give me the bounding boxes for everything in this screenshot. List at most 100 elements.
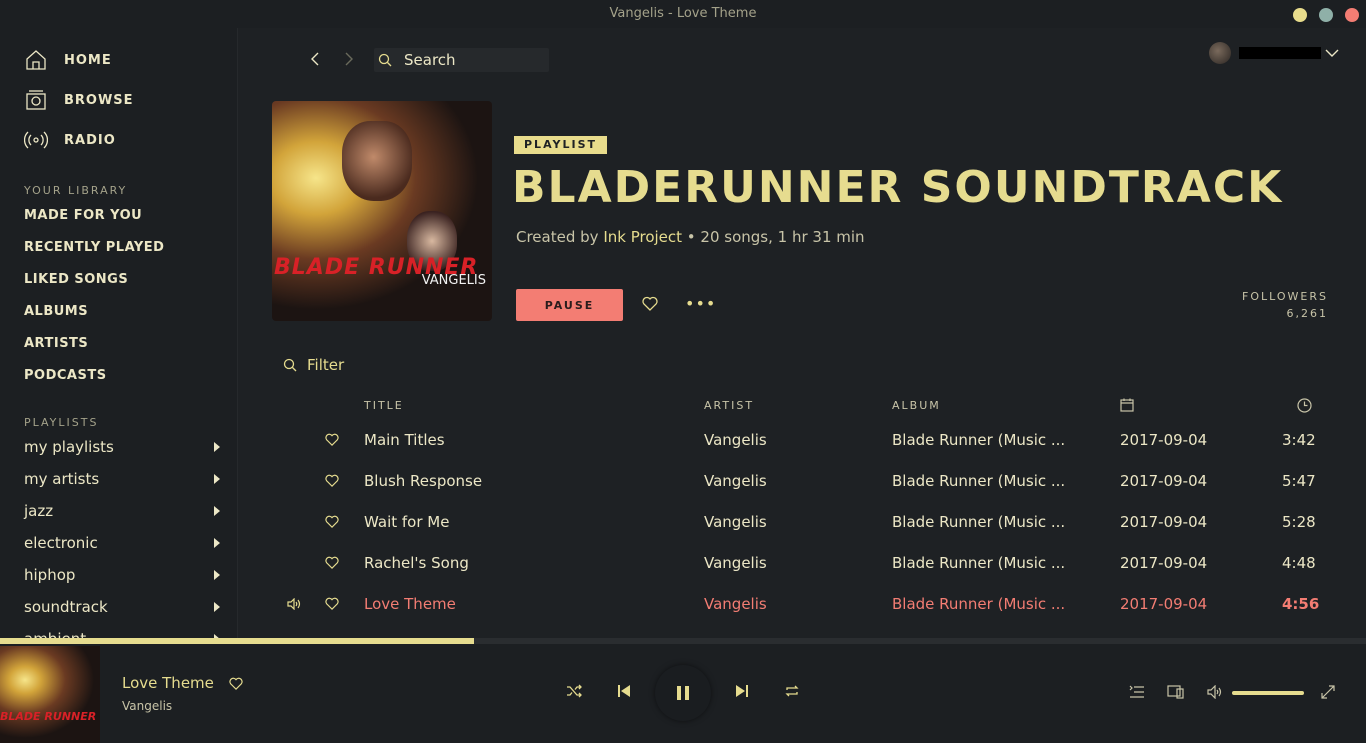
playlist-folder-label: ambient [24,630,86,638]
track-title: Love Theme [364,595,456,613]
heart-icon[interactable] [325,556,339,569]
now-playing-cover[interactable]: BLADE RUNNER [0,646,100,743]
playlist-title: BLADERUNNER SOUNDTRACK [512,162,1284,213]
library-item-made-for-you[interactable]: MADE FOR YOU [24,208,142,223]
home-icon [26,50,46,70]
now-playing-artist[interactable]: Vangelis [122,699,172,713]
track-date: 2017-09-04 [1120,554,1208,572]
column-header-title[interactable]: TITLE [364,399,404,412]
caret-right-icon [214,442,220,452]
heart-icon[interactable] [325,433,339,446]
minimize-button[interactable] [1293,8,1307,22]
playlist-folder[interactable]: hiphop [24,566,224,584]
track-album[interactable]: Blade Runner (Music ... [892,595,1065,613]
track-album[interactable]: Blade Runner (Music ... [892,554,1065,572]
track-duration: 4:48 [1282,554,1316,572]
track-album[interactable]: Blade Runner (Music ... [892,431,1065,449]
track-album[interactable]: Blade Runner (Music ... [892,472,1065,490]
playlist-folder[interactable]: ambient [24,630,224,638]
previous-track-icon[interactable] [617,684,631,698]
library-item-podcasts[interactable]: PODCASTS [24,368,107,383]
playlist-folder-label: electronic [24,534,98,552]
library-item-artists[interactable]: ARTISTS [24,336,88,351]
forward-arrow-icon[interactable] [342,52,356,66]
cover-face-shape [342,121,412,201]
pause-button[interactable]: PAUSE [516,289,623,321]
followers-label: FOLLOWERS [1242,290,1328,303]
nav-radio[interactable]: RADIO [24,128,116,152]
nav-radio-label: RADIO [64,132,116,148]
table-row-playing[interactable]: Love Theme Vangelis Blade Runner (Music … [239,584,1366,624]
now-playing-title[interactable]: Love Theme [122,674,214,692]
track-date: 2017-09-04 [1120,513,1208,531]
library-item-recently-played[interactable]: RECENTLY PLAYED [24,240,164,255]
filter-input[interactable] [307,356,507,374]
table-row[interactable]: Blush Response Vangelis Blade Runner (Mu… [239,461,1366,501]
back-arrow-icon[interactable] [308,52,322,66]
track-artist[interactable]: Vangelis [704,554,767,572]
radio-icon [24,131,48,149]
heart-icon[interactable] [325,515,339,528]
owner-link[interactable]: Ink Project [603,228,682,246]
playlist-folder[interactable]: soundtrack [24,598,224,616]
table-row[interactable]: Main Titles Vangelis Blade Runner (Music… [239,420,1366,460]
table-row[interactable]: Rachel's Song Vangelis Blade Runner (Mus… [239,543,1366,583]
track-date: 2017-09-04 [1120,472,1208,490]
fullscreen-icon[interactable] [1321,685,1335,699]
playlist-folder-label: my artists [24,470,100,488]
sidebar: HOME BROWSE RADIO YOUR LIBRARY MADE FOR … [0,28,238,638]
heart-icon[interactable] [325,597,339,610]
track-album[interactable]: Blade Runner (Music ... [892,513,1065,531]
library-title: YOUR LIBRARY [24,184,128,197]
column-header-artist[interactable]: ARTIST [704,399,754,412]
playlist-folder-label: jazz [24,502,54,520]
close-button[interactable] [1345,8,1359,22]
more-options-button[interactable]: ••• [685,294,716,313]
track-title: Wait for Me [364,513,450,531]
avatar [1209,42,1231,64]
nav-home[interactable]: HOME [24,48,112,72]
heart-icon[interactable] [325,474,339,487]
playlist-folder[interactable]: my playlists [24,438,224,456]
user-name-redacted [1239,47,1321,59]
repeat-icon[interactable] [784,684,800,698]
track-artist[interactable]: Vangelis [704,472,767,490]
next-track-icon[interactable] [735,684,749,698]
library-item-albums[interactable]: ALBUMS [24,304,88,319]
playlist-folder-label: hiphop [24,566,76,584]
pause-icon [677,686,689,700]
track-artist[interactable]: Vangelis [704,513,767,531]
column-header-album[interactable]: ALBUM [892,399,941,412]
nav-browse[interactable]: BROWSE [24,88,134,112]
search-icon [283,358,297,372]
maximize-button[interactable] [1319,8,1333,22]
user-menu[interactable] [1209,42,1339,64]
library-item-liked-songs[interactable]: LIKED SONGS [24,272,128,287]
playlist-folder-label: my playlists [24,438,114,456]
player-bar: BLADE RUNNER Love Theme Vangelis [0,644,1366,743]
search-input[interactable] [404,51,534,69]
heart-icon[interactable] [642,296,658,311]
caret-right-icon [214,506,220,516]
playlist-folder[interactable]: my artists [24,470,224,488]
playlist-folder[interactable]: electronic [24,534,224,552]
queue-icon[interactable] [1129,685,1145,699]
calendar-icon[interactable] [1120,398,1134,412]
playlist-folder[interactable]: jazz [24,502,224,520]
track-artist[interactable]: Vangelis [704,431,767,449]
speaker-icon [287,598,301,610]
track-artist[interactable]: Vangelis [704,595,767,613]
followers-count: 6,261 [1286,307,1328,320]
volume-slider[interactable] [1232,691,1304,695]
volume-icon[interactable] [1207,685,1223,699]
search-box[interactable] [374,48,549,72]
devices-icon[interactable] [1167,685,1185,699]
shuffle-icon[interactable] [566,684,582,698]
playlist-folder-label: soundtrack [24,598,108,616]
now-playing-cover-title: BLADE RUNNER [0,710,97,723]
heart-icon[interactable] [229,677,243,690]
clock-icon[interactable] [1297,398,1312,413]
table-row[interactable]: Wait for Me Vangelis Blade Runner (Music… [239,502,1366,542]
filter-box[interactable] [283,356,507,374]
browse-icon [26,90,46,110]
